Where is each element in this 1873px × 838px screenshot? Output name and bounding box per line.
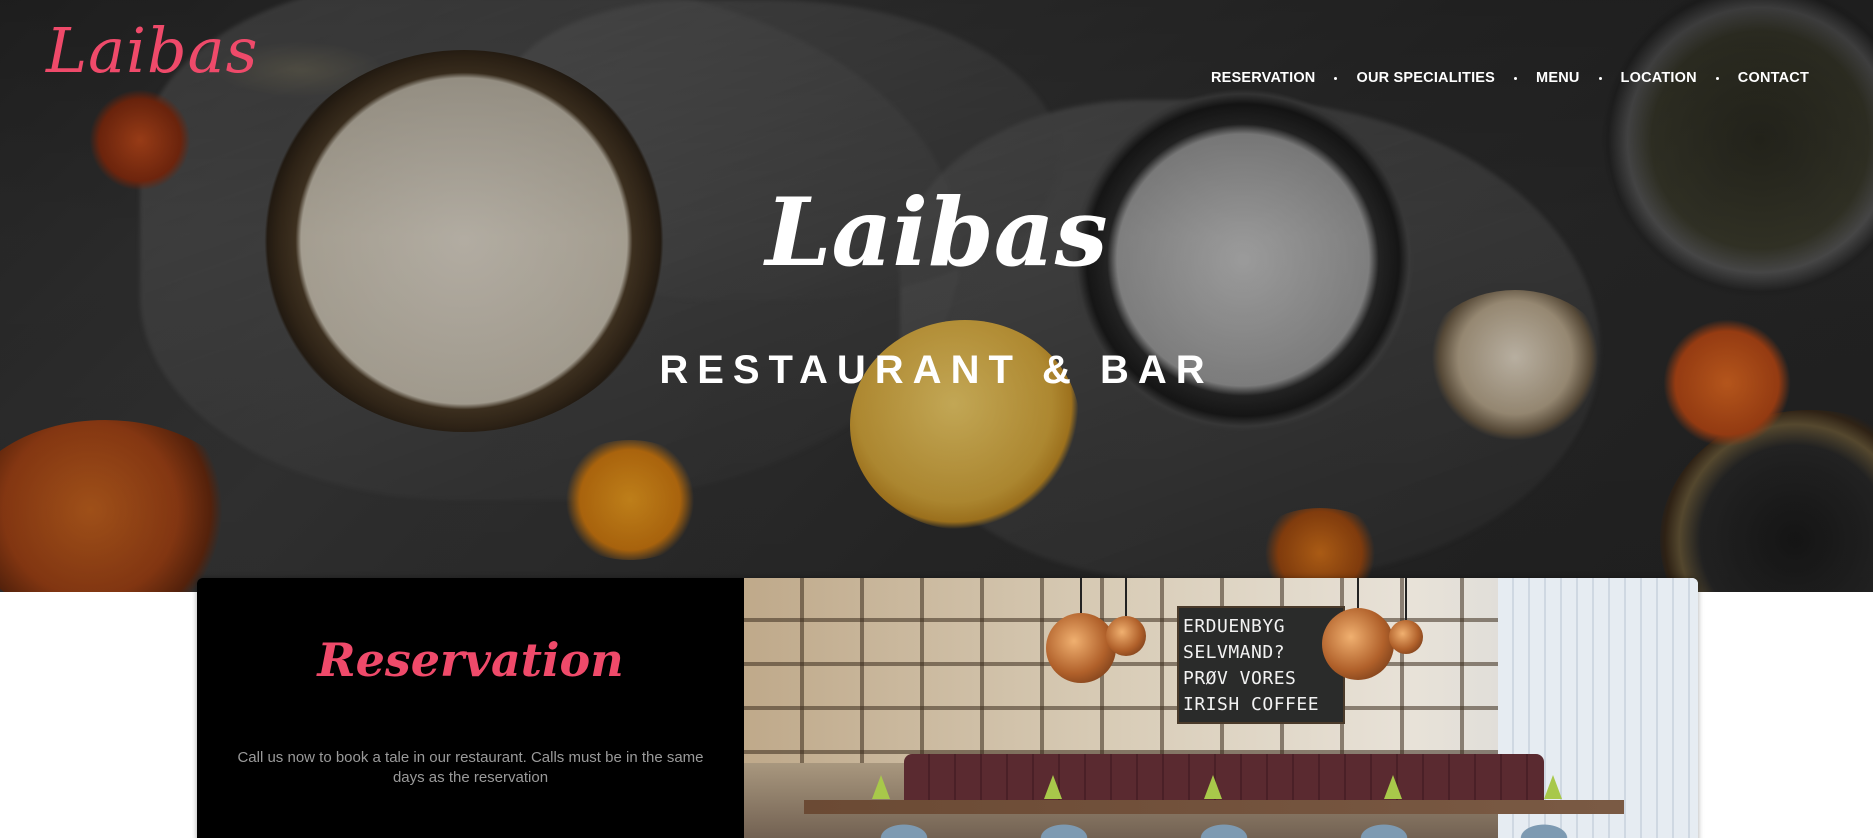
nav-item-reservation[interactable]: RESERVATION: [1211, 70, 1316, 86]
tables-image: [804, 800, 1624, 814]
chalkboard-line: IRISH COFFEE: [1183, 694, 1320, 715]
chalkboard-line: SELVMAND?: [1183, 642, 1286, 663]
pendant-lamp-image: [1389, 620, 1423, 654]
reservation-title: Reservation: [317, 633, 624, 687]
hero-overlay: [0, 0, 1873, 592]
nav-separator: [1514, 76, 1518, 80]
chairs-image: [824, 818, 1644, 838]
reservation-info: Reservation Call us now to book a tale i…: [197, 578, 744, 838]
nav-item-contact[interactable]: CONTACT: [1738, 70, 1809, 86]
restaurant-interior-photo: ERDUENBYG SELVMAND? PRØV VORES IRISH COF…: [744, 578, 1698, 838]
reservation-description: Call us now to book a tale in our restau…: [237, 749, 704, 786]
nav-item-our-specialities[interactable]: OUR SPECIALITIES: [1356, 70, 1495, 86]
chalkboard-sign: ERDUENBYG SELVMAND? PRØV VORES IRISH COF…: [1177, 606, 1345, 724]
reservation-card: Reservation Call us now to book a tale i…: [197, 578, 1698, 838]
napkin-image: [1044, 775, 1062, 799]
pendant-lamp-image: [1106, 616, 1146, 656]
nav-separator: [1598, 76, 1602, 80]
nav-item-menu[interactable]: MENU: [1536, 70, 1580, 86]
nav-separator: [1715, 76, 1719, 80]
hero-subtitle: RESTAURANT & BAR: [659, 348, 1214, 392]
nav-item-location[interactable]: LOCATION: [1621, 70, 1697, 86]
chalkboard-line: PRØV VORES: [1183, 668, 1297, 689]
chalkboard-line: ERDUENBYG: [1183, 616, 1286, 637]
pendant-lamp-image: [1322, 608, 1394, 680]
napkin-image: [1384, 775, 1402, 799]
site-logo[interactable]: Laibas: [46, 14, 258, 87]
napkin-image: [1204, 775, 1222, 799]
main-nav: RESERVATION OUR SPECIALITIES MENU LOCATI…: [1211, 70, 1809, 86]
pendant-lamp-image: [1046, 613, 1116, 683]
napkin-image: [1544, 775, 1562, 799]
napkin-image: [872, 775, 890, 799]
hero-title: Laibas: [765, 178, 1108, 288]
hero-section: Laibas RESERVATION OUR SPECIALITIES MENU…: [0, 0, 1873, 592]
nav-separator: [1334, 76, 1338, 80]
